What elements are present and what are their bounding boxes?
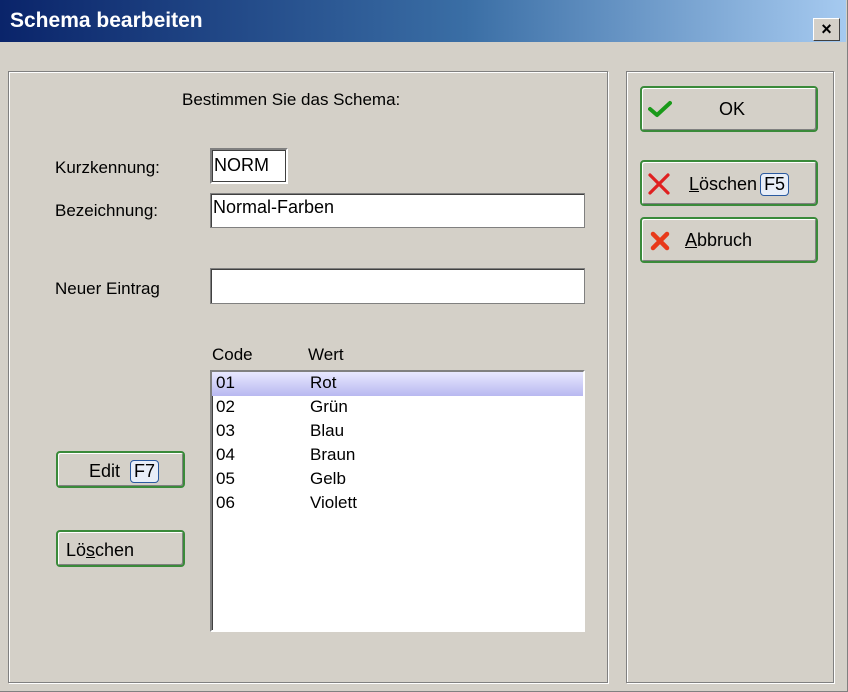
schema-list[interactable]: 01 Rot 02 Grün 03 Blau 04 Braun 05 Gelb 06 Vio… [210, 370, 585, 632]
code-cell: 04 [216, 445, 235, 464]
value-cell: Violett [310, 493, 357, 512]
code-cell: 02 [216, 397, 235, 416]
f5-key-hint: F5 [760, 173, 790, 196]
code-cell: 05 [216, 469, 235, 488]
ok-button[interactable]: OK [640, 86, 818, 132]
delete-entry-label-part: Lö [66, 540, 87, 560]
delete-label: öschen [699, 174, 758, 194]
value-cell: Blau [310, 421, 345, 440]
delete-entry-button[interactable]: Löschen [56, 530, 185, 567]
instruction-text: Bestimmen Sie das Schema: [182, 90, 401, 109]
checkmark-icon [648, 100, 672, 123]
list-item[interactable]: 03 Blau [212, 420, 583, 444]
code-cell: 03 [216, 421, 235, 440]
list-item[interactable]: 05 Gelb [212, 468, 583, 492]
code-cell: 01 [216, 373, 235, 392]
delete-entry-mnemonic: s [86, 540, 96, 560]
code-cell: 06 [216, 493, 235, 512]
edit-button[interactable]: Edit F7 [56, 451, 185, 488]
red-x-icon [647, 172, 671, 201]
list-item[interactable]: 04 Braun [212, 444, 583, 468]
close-icon: × [821, 19, 832, 39]
list-item[interactable]: 06 Violett [212, 492, 583, 516]
cancel-x-icon [649, 230, 671, 257]
delete-button[interactable]: Löschen F5 [640, 160, 818, 206]
column-header-code: Code [212, 345, 253, 364]
value-cell: Braun [310, 445, 356, 464]
close-button[interactable]: × [813, 18, 840, 41]
value-cell: Gelb [310, 469, 346, 488]
bezeichnung-label: Bezeichnung: [55, 201, 159, 220]
window-title: Schema bearbeiten [10, 9, 203, 32]
column-header-wert: Wert [308, 345, 344, 364]
ok-label: OK [719, 99, 746, 119]
neuer-eintrag-field[interactable] [210, 268, 585, 304]
list-item[interactable]: 02 Grün [212, 396, 583, 420]
edit-button-label: Edit [89, 461, 121, 481]
f7-key-hint: F7 [130, 460, 160, 483]
cancel-label: bbruch [697, 230, 753, 250]
kurzkennung-label: Kurzkennung: [55, 158, 160, 177]
value-cell: Grün [310, 397, 348, 416]
value-cell: Rot [310, 373, 337, 392]
neuer-eintrag-label: Neuer Eintrag [55, 279, 160, 298]
kurzkennung-field[interactable]: NORM [210, 148, 288, 184]
bezeichnung-field[interactable]: Normal-Farben [210, 193, 585, 228]
delete-entry-label-part: chen [95, 540, 135, 560]
title-bar[interactable]: Schema bearbeiten × [0, 0, 846, 42]
dialog-window: Schema bearbeiten × Bestimmen Sie das Sc… [0, 0, 848, 692]
cancel-mnemonic: A [685, 230, 698, 250]
cancel-button[interactable]: Abbruch [640, 217, 818, 263]
list-item[interactable]: 01 Rot [212, 372, 583, 396]
delete-mnemonic: L [689, 174, 700, 194]
